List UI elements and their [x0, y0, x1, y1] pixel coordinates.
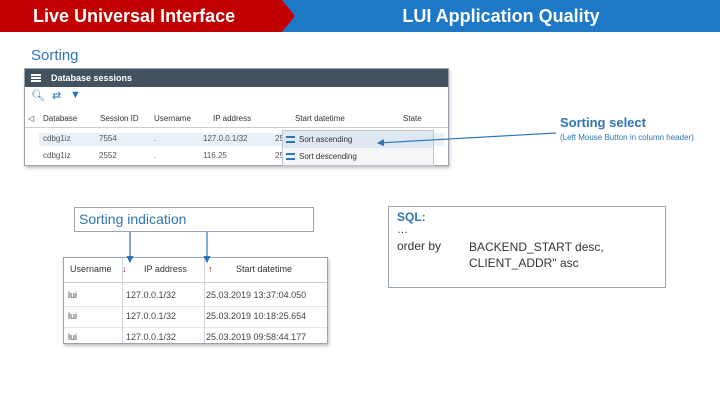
annotation-arrows	[126, 132, 557, 264]
sorting-select-arrow	[376, 132, 557, 147]
